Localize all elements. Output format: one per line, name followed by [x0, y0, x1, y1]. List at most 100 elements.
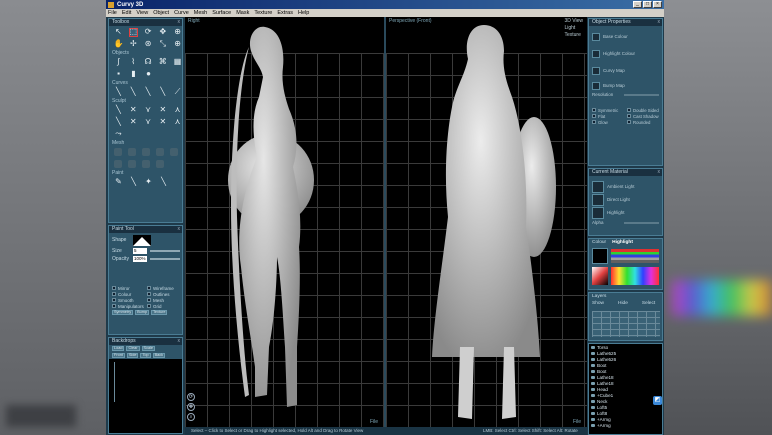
manipulators-checkbox[interactable] [112, 304, 116, 308]
paint-stamp-icon[interactable]: ✦ [144, 178, 153, 187]
double-sided-checkbox[interactable] [627, 108, 631, 112]
sculpt-mask-icon[interactable]: ⤳ [114, 130, 123, 139]
viewport-perspective[interactable]: Perspective (Front) 3D View Light Textur… [386, 17, 587, 427]
smooth-checkbox[interactable] [112, 298, 116, 302]
sculpt-draw-icon[interactable]: ╲ [114, 106, 123, 115]
backdrop-back-button[interactable]: Back [152, 353, 166, 358]
menu-curve[interactable]: Curve [174, 10, 189, 16]
grid-checkbox[interactable] [147, 304, 151, 308]
props-close-icon[interactable]: x [658, 19, 661, 26]
mesh-tool-9[interactable] [156, 160, 164, 168]
curve-icon[interactable]: ∫ [114, 58, 123, 67]
scale-icon[interactable]: ⤡ [159, 40, 168, 49]
image-plane-icon[interactable]: ▦ [173, 58, 182, 67]
tab-highlight[interactable]: Highlight [612, 240, 633, 245]
sphere-icon[interactable]: ● [144, 70, 153, 79]
lathe-icon[interactable]: ⌇ [129, 58, 138, 67]
base-colour-swatch[interactable] [592, 32, 600, 41]
rounded-checkbox[interactable] [627, 120, 631, 124]
pan-view-icon[interactable]: ✥ [159, 28, 168, 37]
mirror-checkbox[interactable] [112, 286, 116, 290]
wireframe-checkbox[interactable] [147, 286, 151, 290]
direct-light-swatch[interactable] [592, 193, 604, 206]
size-slider[interactable] [150, 250, 180, 252]
colour-spectrum[interactable] [611, 267, 659, 285]
menu-extras[interactable]: Extras [277, 10, 293, 16]
list-item[interactable]: +Armg [589, 422, 662, 428]
paint-tool-close-icon[interactable]: x [178, 226, 181, 233]
mesh-tool-2[interactable] [128, 148, 136, 156]
layers-show-button[interactable]: Show [592, 301, 604, 306]
curve-pen-icon[interactable]: ╲ [114, 88, 123, 97]
mesh-tool-8[interactable] [142, 160, 150, 168]
ambient-light-swatch[interactable] [592, 180, 604, 193]
viewport-pan-icon[interactable]: ✥ [187, 403, 195, 411]
material-close-icon[interactable]: x [658, 169, 661, 176]
mesh-tool-7[interactable] [128, 160, 136, 168]
mesh-tool-5[interactable] [170, 148, 178, 156]
texture-button[interactable]: Texture [151, 310, 168, 315]
view-texture-option[interactable]: Texture [564, 32, 583, 39]
viewport-left-file[interactable]: File [370, 419, 378, 425]
rotate-view-icon[interactable]: ⟳ [144, 28, 153, 37]
mesh-tool-6[interactable] [114, 160, 122, 168]
curve-join-icon[interactable]: ⟋ [173, 88, 182, 97]
layers-hide-button[interactable]: Hide [618, 301, 628, 306]
backdrop-top-button[interactable]: Top [140, 353, 151, 358]
menu-file[interactable]: File [108, 10, 117, 16]
backdrop-clear-button[interactable]: Clear [126, 346, 140, 351]
view-3d-option[interactable]: 3D View [564, 18, 583, 25]
sculpt-pinch-icon[interactable]: ✕ [158, 106, 167, 115]
viewport-right-file[interactable]: File [573, 419, 581, 425]
opacity-slider[interactable] [150, 258, 180, 260]
mesh-tool-3[interactable] [142, 148, 150, 156]
curvy-map-swatch[interactable] [592, 66, 600, 75]
sculpt-smooth-icon[interactable]: ╲ [114, 118, 123, 127]
symmetric-checkbox[interactable] [592, 108, 596, 112]
backdrops-close-icon[interactable]: x [178, 338, 181, 345]
tray-icon[interactable]: ◩ [653, 396, 662, 405]
mesh-tool-4[interactable] [156, 148, 164, 156]
bump-button[interactable]: Bump [135, 310, 150, 315]
mesh-checkbox[interactable] [147, 298, 151, 302]
viewport-rotate-icon[interactable]: ⟳ [187, 393, 195, 401]
viewport-zoom-icon[interactable]: ⌕ [187, 413, 195, 421]
viewport-right-view[interactable]: Right ⟳ ✥ ⌕ File [185, 17, 384, 427]
minimize-button[interactable]: _ [633, 1, 642, 8]
symmetry-button[interactable]: Symmetry [112, 310, 134, 315]
colour-preview[interactable] [592, 267, 608, 285]
tab-colour[interactable]: Colour [592, 240, 606, 245]
close-button[interactable]: × [653, 1, 662, 8]
menu-texture[interactable]: Texture [254, 10, 272, 16]
toolbox-close-icon[interactable]: x [178, 19, 181, 26]
maximize-button[interactable]: □ [643, 1, 652, 8]
colour-checkbox[interactable] [112, 292, 116, 296]
gizmo-icon[interactable]: ⊕ [173, 40, 182, 49]
menu-mask[interactable]: Mask [236, 10, 249, 16]
paint-erase-icon[interactable]: ╲ [159, 178, 168, 187]
mesh-tool-1[interactable] [114, 148, 122, 156]
current-colour-swatch[interactable] [592, 248, 608, 264]
loft-icon[interactable]: ⌘ [158, 58, 167, 67]
cast-shadow-checkbox[interactable] [627, 114, 631, 118]
alpha-slider[interactable] [624, 221, 659, 224]
sculpt-crease-icon[interactable]: ⋎ [144, 118, 153, 127]
view-light-option[interactable]: Light [564, 25, 583, 32]
layers-select-button[interactable]: Select [642, 301, 655, 306]
menu-mesh[interactable]: Mesh [194, 10, 207, 16]
zoom-view-icon[interactable]: ⊕ [173, 28, 182, 37]
target-icon[interactable]: ⊛ [144, 40, 153, 49]
menu-edit[interactable]: Edit [122, 10, 131, 16]
layers-grid[interactable] [592, 311, 660, 337]
select-area-icon[interactable]: ⬚ [128, 27, 138, 37]
curve-cut-icon[interactable]: ╲ [158, 88, 167, 97]
menu-surface[interactable]: Surface [212, 10, 231, 16]
brush-shape-preview[interactable] [133, 234, 151, 246]
curve-edit-icon[interactable]: ╲ [129, 88, 138, 97]
sculpt-cut-icon[interactable]: ✕ [129, 118, 138, 127]
opacity-field[interactable]: 100% [133, 256, 147, 262]
size-field[interactable]: 5 [133, 248, 147, 254]
highlight-colour-swatch[interactable] [592, 49, 600, 58]
menu-object[interactable]: Object [153, 10, 169, 16]
extrude-icon[interactable]: ☊ [144, 58, 153, 67]
